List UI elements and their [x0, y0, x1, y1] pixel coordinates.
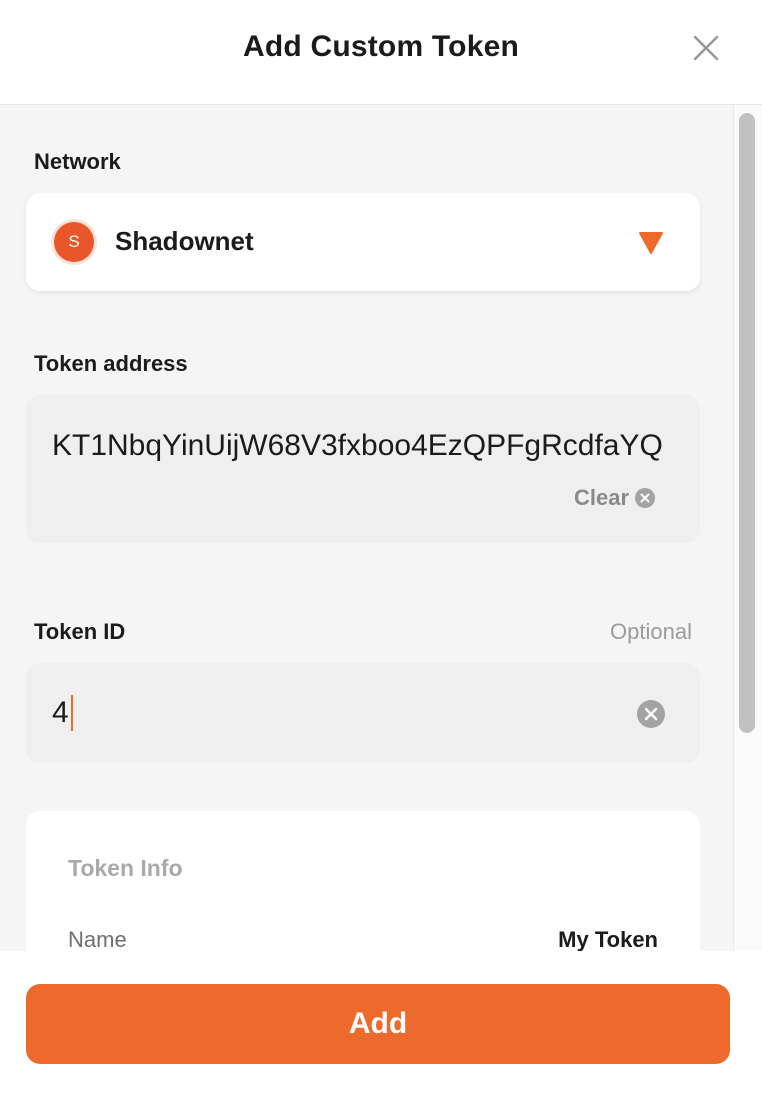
- triangle-down-icon: [639, 232, 663, 254]
- token-info-card: Token Info Name My Token: [26, 811, 700, 951]
- clear-token-id-icon[interactable]: [637, 700, 665, 728]
- token-address-input[interactable]: KT1NbqYinUijW68V3fxboo4EzQPFgRcdfaYQ Cle…: [26, 395, 700, 543]
- network-select[interactable]: S Shadownet: [26, 193, 700, 291]
- modal-footer: Add: [0, 951, 762, 1100]
- token-info-title: Token Info: [68, 855, 183, 881]
- form-panel: Network S Shadownet Token address KT1Nbq…: [0, 105, 762, 951]
- clear-label: Clear: [574, 485, 630, 510]
- token-name-value: My Token: [558, 927, 658, 951]
- network-name: Shadownet: [115, 226, 254, 256]
- network-label: Network: [34, 149, 121, 174]
- optional-label: Optional: [610, 619, 692, 644]
- scrollbar-thumb[interactable]: [739, 113, 755, 733]
- text-cursor: [70, 695, 73, 731]
- token-address-label: Token address: [34, 351, 188, 376]
- close-button[interactable]: [688, 30, 724, 66]
- token-address-value: KT1NbqYinUijW68V3fxboo4EzQPFgRcdfaYQ: [52, 429, 663, 462]
- token-name-label: Name: [68, 927, 127, 951]
- token-id-input[interactable]: 4: [26, 663, 700, 763]
- network-avatar: S: [54, 222, 94, 262]
- close-icon: [693, 35, 719, 61]
- token-id-value: 4: [52, 696, 69, 729]
- modal-header: Add Custom Token: [0, 0, 762, 105]
- clear-icon: [635, 488, 656, 508]
- add-button[interactable]: Add: [26, 984, 730, 1064]
- token-id-label: Token ID: [34, 619, 126, 644]
- clear-address-button[interactable]: Clear: [574, 485, 656, 511]
- page-title: Add Custom Token: [243, 30, 519, 63]
